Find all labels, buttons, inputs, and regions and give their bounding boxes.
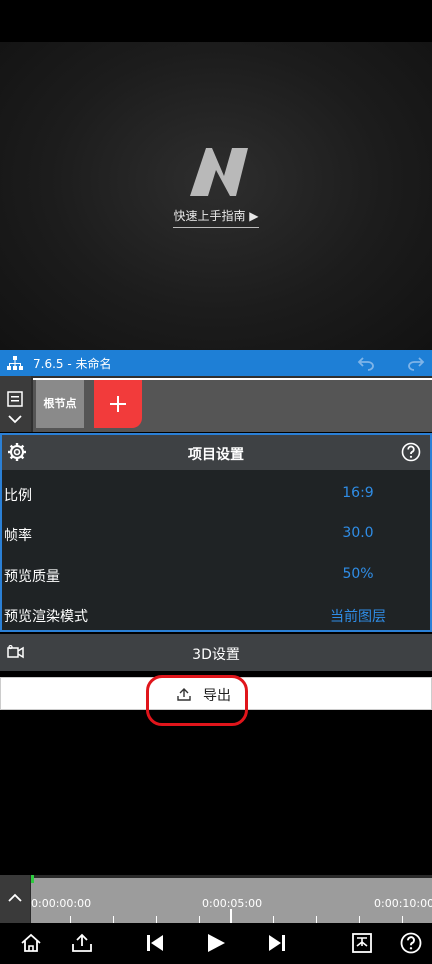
setting-key: 比例	[4, 488, 32, 504]
app-logo-icon	[190, 148, 248, 196]
ruler-tick	[316, 916, 317, 923]
setting-row-preview-quality[interactable]: 预览质量 50%	[2, 554, 430, 594]
3d-settings-button[interactable]: 3D设置	[0, 634, 432, 671]
layers-icon[interactable]	[7, 391, 23, 407]
time-label: 0:00:05:00	[202, 897, 263, 910]
ruler-tick	[359, 916, 360, 923]
setting-value[interactable]: 当前图层	[312, 606, 404, 626]
ruler-tick	[156, 916, 157, 923]
setting-row-framerate[interactable]: 帧率 30.0	[2, 513, 430, 553]
3d-settings-label: 3D设置	[192, 647, 240, 663]
time-label: 0:00:00:00	[31, 897, 92, 910]
panel-title: 项目设置	[188, 447, 244, 463]
setting-row-render-mode[interactable]: 预览渲染模式 当前图层	[2, 594, 430, 634]
video-preview: 快速上手指南 ▶	[0, 42, 432, 350]
project-title: 7.6.5 - 未命名	[33, 357, 112, 371]
quick-guide-link[interactable]: 快速上手指南 ▶	[173, 208, 259, 228]
panel-header: 项目设置	[2, 435, 430, 470]
setting-value[interactable]: 30.0	[312, 525, 404, 541]
redo-icon[interactable]	[407, 355, 425, 371]
chevron-up-icon	[8, 893, 22, 902]
help-icon[interactable]	[400, 932, 422, 954]
home-icon[interactable]	[20, 932, 42, 954]
timeline-ruler[interactable]: 0:00:00:00 0:00:05:00 0:00:10:00	[31, 878, 432, 923]
bookmark-icon[interactable]	[351, 932, 373, 954]
time-label: 0:00:10:00	[374, 897, 432, 910]
ruler-tick	[113, 916, 114, 923]
tree-icon[interactable]	[7, 355, 23, 371]
undo-icon[interactable]	[357, 355, 375, 371]
ruler-tick	[273, 916, 274, 923]
root-node[interactable]: 根节点	[36, 380, 84, 428]
play-icon[interactable]	[205, 932, 227, 954]
setting-key: 帧率	[4, 528, 32, 544]
setting-key: 预览渲染模式	[4, 609, 88, 625]
node-track	[33, 378, 432, 432]
timeline-expand-button[interactable]	[0, 875, 30, 923]
setting-key: 预览质量	[4, 569, 60, 585]
help-icon[interactable]	[401, 442, 421, 462]
skip-forward-icon[interactable]	[266, 932, 288, 954]
project-settings-panel: 项目设置 比例 16:9 帧率 30.0 预览质量 50% 预览渲染模式 当前图…	[0, 433, 432, 632]
share-icon[interactable]	[71, 932, 93, 954]
highlight-annotation	[146, 675, 248, 726]
chevron-down-icon[interactable]	[8, 414, 22, 424]
ruler-tick-major	[230, 909, 232, 923]
playhead[interactable]	[31, 875, 34, 883]
setting-value[interactable]: 50%	[312, 566, 404, 582]
ruler-tick	[199, 916, 200, 923]
timeline: 0:00:00:00 0:00:05:00 0:00:10:00	[0, 875, 432, 923]
add-node-button[interactable]	[94, 380, 142, 428]
bottom-toolbar	[0, 924, 432, 964]
title-bar: 7.6.5 - 未命名	[0, 350, 432, 376]
skip-back-icon[interactable]	[144, 932, 166, 954]
ruler-tick	[402, 916, 403, 923]
ruler-tick	[70, 916, 71, 923]
setting-row-aspect[interactable]: 比例 16:9	[2, 473, 430, 513]
layer-menu[interactable]	[0, 376, 31, 432]
setting-value[interactable]: 16:9	[312, 485, 404, 501]
